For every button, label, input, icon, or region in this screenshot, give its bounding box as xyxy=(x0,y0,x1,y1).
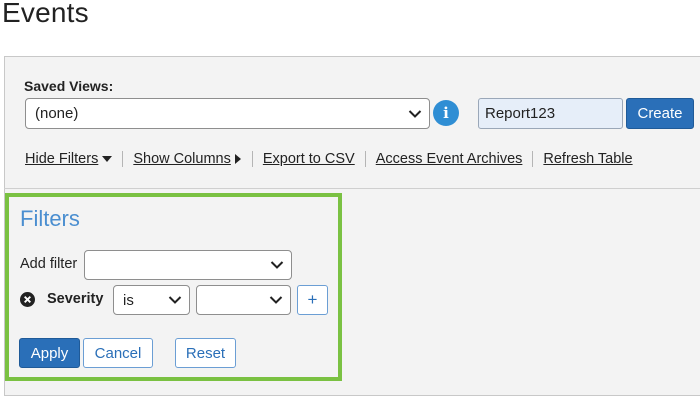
toolbar-separator xyxy=(532,151,534,167)
create-button[interactable]: Create xyxy=(626,98,694,129)
reset-button[interactable]: Reset xyxy=(175,338,236,368)
info-icon[interactable]: i xyxy=(433,100,459,126)
report-name-input[interactable] xyxy=(478,98,623,129)
hide-filters-label: Hide Filters xyxy=(25,151,99,167)
toolbar-divider xyxy=(4,188,700,189)
severity-operator-value: is xyxy=(123,291,134,309)
add-value-button[interactable]: + xyxy=(297,285,328,315)
chevron-down-icon xyxy=(270,261,284,269)
saved-views-label: Saved Views: xyxy=(24,78,114,94)
severity-value-select[interactable] xyxy=(196,285,291,315)
access-archives-link[interactable]: Access Event Archives xyxy=(376,151,523,167)
toolbar: Hide Filters Show Columns Export to CSV … xyxy=(25,150,633,168)
apply-button[interactable]: Apply xyxy=(19,338,80,368)
show-columns-link[interactable]: Show Columns xyxy=(133,151,242,167)
remove-filter-icon[interactable] xyxy=(20,292,35,307)
toolbar-separator xyxy=(364,151,366,167)
show-columns-label: Show Columns xyxy=(133,151,231,167)
chevron-down-icon xyxy=(269,296,283,304)
add-filter-select[interactable] xyxy=(84,250,292,280)
severity-label: Severity xyxy=(47,291,104,307)
saved-views-selected: (none) xyxy=(35,105,79,122)
filters-title: Filters xyxy=(20,206,80,231)
page-title: Events xyxy=(2,0,89,28)
export-csv-link[interactable]: Export to CSV xyxy=(263,151,355,167)
saved-views-select[interactable]: (none) xyxy=(25,98,430,129)
caret-down-icon xyxy=(102,155,113,162)
refresh-table-link[interactable]: Refresh Table xyxy=(543,151,632,167)
chevron-down-icon xyxy=(168,296,182,304)
hide-filters-link[interactable]: Hide Filters xyxy=(25,151,113,167)
caret-right-icon xyxy=(234,154,241,164)
chevron-down-icon xyxy=(408,109,422,118)
severity-operator-select[interactable]: is xyxy=(113,285,190,315)
toolbar-separator xyxy=(122,151,124,167)
cancel-button[interactable]: Cancel xyxy=(83,338,153,368)
toolbar-separator xyxy=(251,151,253,167)
add-filter-label: Add filter xyxy=(20,256,78,272)
